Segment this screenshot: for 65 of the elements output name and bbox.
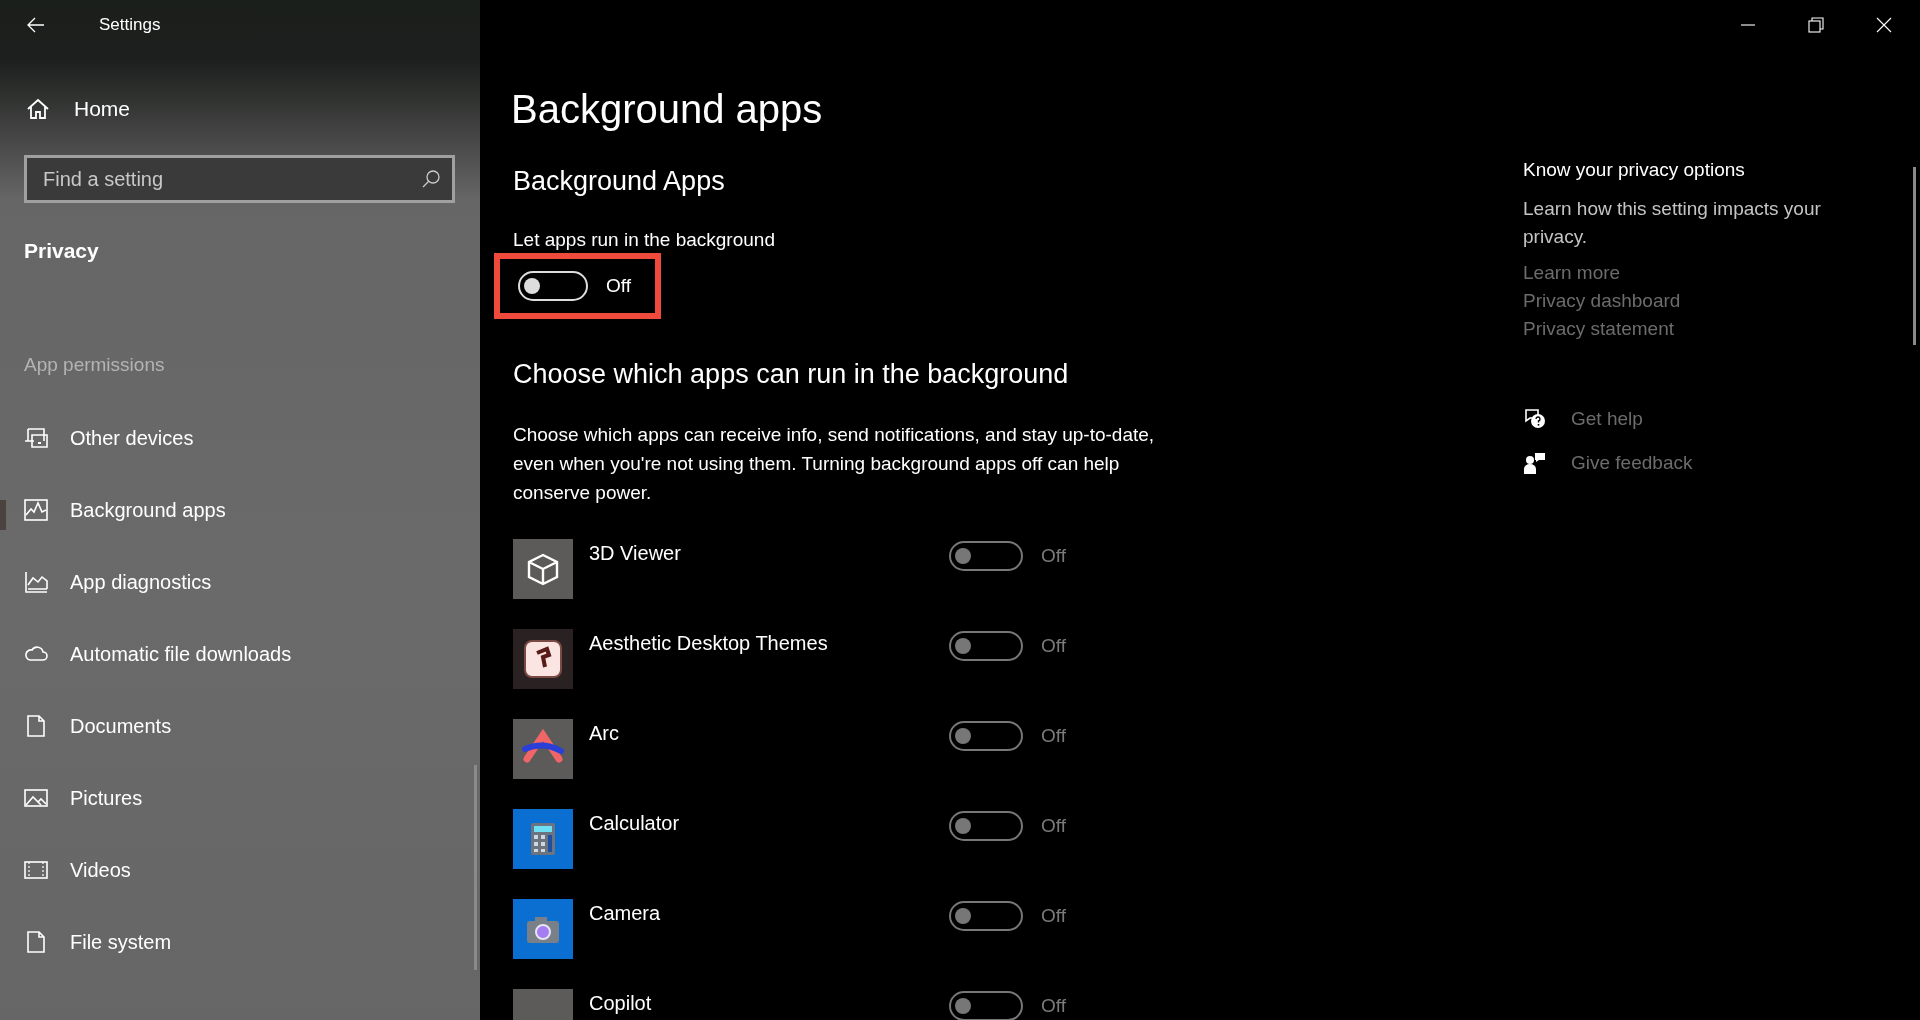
back-arrow-icon[interactable] bbox=[27, 17, 45, 33]
close-icon[interactable] bbox=[1876, 17, 1892, 33]
toggle-switch[interactable] bbox=[949, 901, 1023, 931]
sidebar-item[interactable]: App diagnostics bbox=[0, 546, 480, 618]
document-icon bbox=[24, 715, 48, 737]
film-icon bbox=[24, 859, 48, 881]
app-name: Arc bbox=[589, 722, 620, 745]
help-chat-icon bbox=[1523, 407, 1547, 431]
app-name: Aesthetic Desktop Themes bbox=[589, 632, 829, 655]
toggle-state: Off bbox=[606, 275, 631, 297]
page-title: Background apps bbox=[511, 87, 824, 132]
toggle-state: Off bbox=[1041, 905, 1066, 927]
app-name: Calculator bbox=[589, 812, 681, 835]
window-title: Settings bbox=[99, 15, 161, 35]
toggle-switch[interactable] bbox=[949, 541, 1023, 571]
scrollbar[interactable] bbox=[1913, 167, 1916, 345]
chart-icon bbox=[24, 499, 48, 521]
link[interactable]: Learn more bbox=[1523, 259, 1621, 287]
help-link[interactable]: Give feedback bbox=[1571, 452, 1693, 474]
area-chart-icon bbox=[24, 571, 48, 593]
app-name: 3D Viewer bbox=[589, 542, 682, 565]
help-link[interactable]: Get help bbox=[1571, 408, 1643, 430]
section-heading: Privacy bbox=[24, 239, 100, 263]
app-name: Copilot bbox=[589, 992, 653, 1015]
section-title: Background Apps bbox=[513, 166, 726, 197]
feedback-person-icon bbox=[1523, 451, 1547, 475]
aside-title: Know your privacy options bbox=[1523, 159, 1746, 181]
app-icon bbox=[513, 719, 573, 779]
restore-icon[interactable] bbox=[1808, 17, 1824, 33]
sidebar-item[interactable]: Background apps bbox=[0, 474, 480, 546]
devices-icon bbox=[24, 427, 48, 449]
toggle-switch[interactable] bbox=[949, 721, 1023, 751]
section-title: Choose which apps can run in the background bbox=[513, 359, 1070, 390]
home-link[interactable]: Home bbox=[26, 97, 131, 121]
document-icon bbox=[24, 931, 48, 953]
link[interactable]: Privacy dashboard bbox=[1523, 287, 1681, 315]
sidebar-item[interactable]: Videos bbox=[0, 834, 480, 906]
toggle-switch[interactable] bbox=[949, 811, 1023, 841]
app-icon bbox=[513, 899, 573, 959]
toggle-switch[interactable] bbox=[949, 631, 1023, 661]
aside-text: Learn how this setting impacts your privacy. bbox=[1523, 197, 1822, 249]
app-icon bbox=[513, 809, 573, 869]
toggle-switch[interactable] bbox=[949, 991, 1023, 1020]
sidebar-item[interactable]: File system bbox=[0, 906, 480, 978]
toggle-state: Off bbox=[1041, 725, 1066, 747]
scrollbar[interactable] bbox=[474, 765, 477, 970]
app-icon bbox=[513, 539, 573, 599]
sidebar-item[interactable]: Pictures bbox=[0, 762, 480, 834]
search-icon bbox=[421, 169, 441, 189]
sidebar-item[interactable]: Documents bbox=[0, 690, 480, 762]
sidebar-item[interactable]: Other devices bbox=[0, 402, 480, 474]
description: Choose which apps can receive info, send notifications, and stay up-to-date, even when you're not using them. Turning background apps off can help conserve power. bbox=[513, 423, 1156, 505]
app-name: Camera bbox=[589, 902, 662, 925]
toggle-state: Off bbox=[1041, 545, 1066, 567]
group-label: App permissions bbox=[24, 354, 166, 376]
toggle-state: Off bbox=[1041, 995, 1066, 1017]
toggle-state: Off bbox=[1041, 635, 1066, 657]
app-icon bbox=[513, 629, 573, 689]
link[interactable]: Privacy statement bbox=[1523, 315, 1674, 343]
toggle-label: Let apps run in the background bbox=[513, 229, 776, 251]
search-field[interactable]: Find a setting bbox=[24, 155, 455, 203]
toggle-state: Off bbox=[1041, 815, 1066, 837]
picture-icon bbox=[24, 787, 48, 809]
home-icon bbox=[26, 98, 50, 120]
sidebar-item[interactable]: Automatic file downloads bbox=[0, 618, 480, 690]
